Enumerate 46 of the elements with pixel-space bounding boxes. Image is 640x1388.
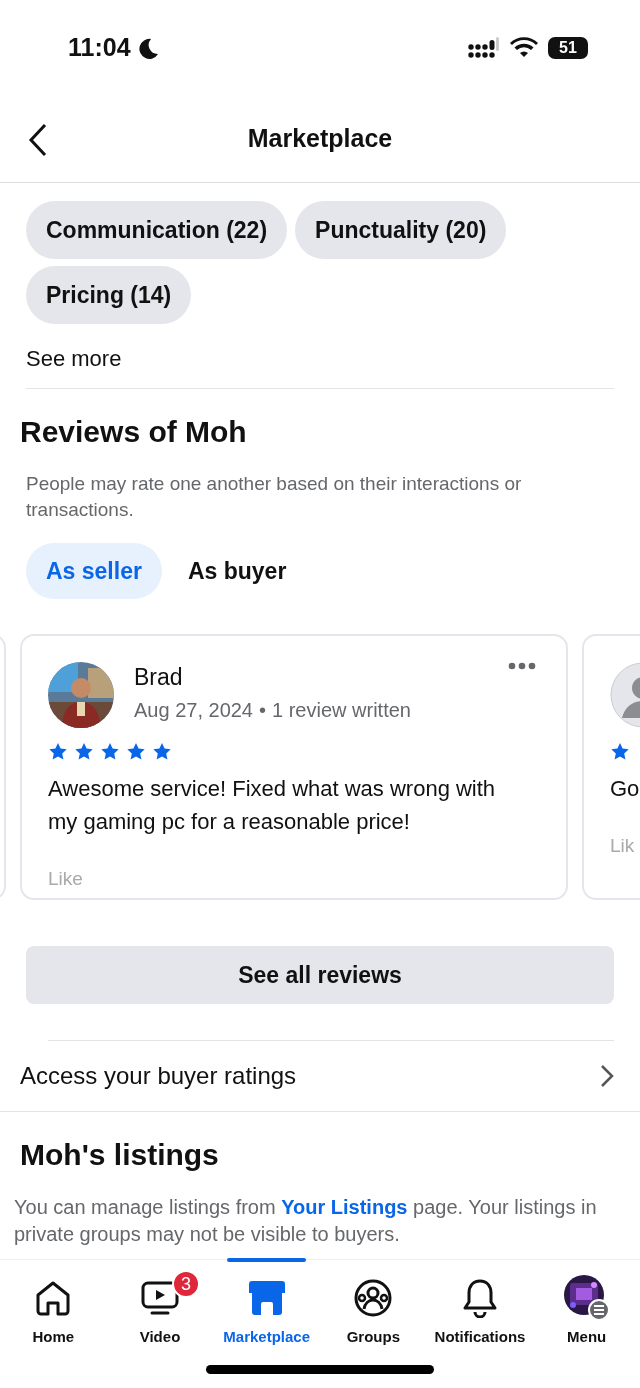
- star-icon: [48, 742, 68, 762]
- row-label: Access your buyer ratings: [20, 1062, 297, 1090]
- nav-tab[interactable]: Home: [0, 1260, 107, 1388]
- buyer-ratings-row[interactable]: Access your buyer ratings: [0, 1041, 640, 1112]
- see-all-reviews-button[interactable]: See all reviews: [26, 946, 614, 1004]
- star-icon: [610, 742, 630, 762]
- see-more-link[interactable]: See more: [0, 324, 640, 388]
- status-time: 11:04: [68, 33, 131, 62]
- home-icon: [34, 1279, 73, 1317]
- groups-icon: [353, 1278, 394, 1318]
- video-icon: [140, 1279, 180, 1317]
- nav-tab[interactable]: Marketplace: [213, 1260, 320, 1388]
- signal-icon: [468, 36, 500, 59]
- back-icon[interactable]: [28, 123, 48, 157]
- review-tab[interactable]: As seller: [26, 543, 162, 599]
- tag-chip[interactable]: Communication (22): [26, 201, 288, 259]
- wifi-icon: [510, 36, 538, 59]
- profile-avatar: [563, 1275, 610, 1321]
- section-description: People may rate one another based on their interactions or transactions.: [25, 472, 523, 522]
- chevron-right-icon: [600, 1064, 614, 1088]
- listings-info-text: You can manage listings from Your Listings page. Your listings in private groups may not be visible to buyers.: [13, 1195, 598, 1247]
- store-icon: [246, 1279, 287, 1317]
- section-title: Moh's listings: [19, 1137, 220, 1172]
- battery-level: 51: [548, 36, 588, 59]
- review-tab[interactable]: As buyer: [167, 543, 307, 599]
- bell-icon: [462, 1278, 498, 1318]
- tag-chip[interactable]: Pricing (14): [26, 266, 192, 324]
- more-icon[interactable]: [508, 662, 536, 670]
- star-icon: [100, 742, 120, 762]
- reviewer-name[interactable]: Brad: [134, 664, 411, 691]
- count-badge: 3: [172, 1270, 200, 1298]
- nav-tab[interactable]: Menu: [533, 1260, 640, 1388]
- page-title: Marketplace: [247, 124, 393, 153]
- nav-tab[interactable]: Groups: [320, 1260, 427, 1388]
- review-text: Go: [610, 775, 640, 803]
- star-icon: [74, 742, 94, 762]
- star-icon: [152, 742, 172, 762]
- nav-tab[interactable]: 3 Video: [106, 1260, 214, 1388]
- moon-icon: [136, 36, 159, 59]
- your-listings-link[interactable]: Your Listings: [281, 1196, 408, 1218]
- star-icon: [126, 742, 146, 762]
- tag-chip[interactable]: Punctuality (20): [295, 201, 507, 259]
- section-title: Reviews of Moh: [19, 414, 248, 449]
- review-meta: Aug 27, 2024 • 1 review written: [134, 699, 411, 722]
- nav-tab[interactable]: Notifications: [426, 1260, 534, 1388]
- review-text: Awesome service! Fixed what was wrong with my gaming pc for a reasonable price!: [48, 775, 497, 836]
